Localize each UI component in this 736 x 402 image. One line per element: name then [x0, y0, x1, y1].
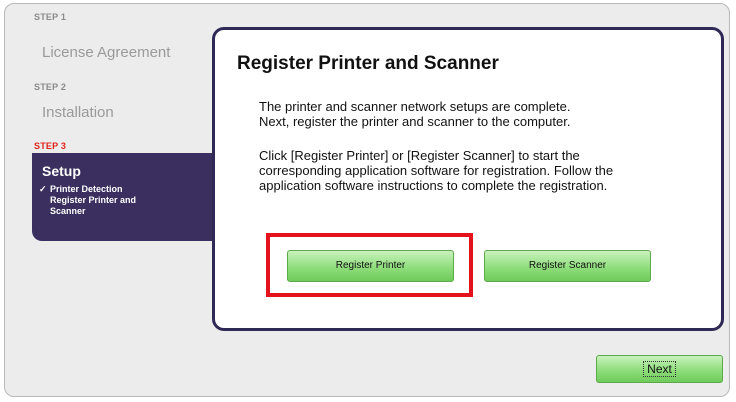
step3-title: Setup: [42, 163, 81, 179]
instructions-line-1: Click [Register Printer] or [Register Sc…: [259, 148, 580, 163]
intro-line-1: The printer and scanner network setups a…: [259, 99, 571, 114]
step2-label: STEP 2: [34, 82, 67, 92]
page-title: Register Printer and Scanner: [237, 53, 499, 74]
checkmark-icon: ✓: [39, 184, 47, 194]
instructions-line-3: application software instructions to com…: [259, 178, 608, 193]
step2-title: Installation: [42, 104, 114, 121]
instructions-text: Click [Register Printer] or [Register Sc…: [259, 148, 613, 193]
step3-substeps: ✓ Printer Detection Register Printer and…: [39, 184, 170, 217]
step3-label: STEP 3: [34, 141, 67, 151]
register-scanner-button[interactable]: Register Scanner: [484, 250, 651, 282]
next-button[interactable]: Next: [596, 355, 723, 383]
intro-text: The printer and scanner network setups a…: [259, 99, 570, 129]
step1-label: STEP 1: [34, 12, 67, 22]
content-panel: Register Printer and Scanner The printer…: [212, 27, 724, 331]
active-step-panel: Setup ✓ Printer Detection Register Print…: [32, 153, 228, 241]
next-label: Next: [643, 361, 676, 377]
step1-title: License Agreement: [42, 44, 171, 61]
register-printer-button[interactable]: Register Printer: [287, 250, 454, 282]
intro-line-2: Next, register the printer and scanner t…: [259, 114, 571, 129]
instructions-line-2: corresponding application software for r…: [259, 163, 614, 178]
substep-register: Register Printer and Scanner: [50, 195, 137, 216]
substep-printer-detection: Printer Detection: [50, 184, 123, 194]
